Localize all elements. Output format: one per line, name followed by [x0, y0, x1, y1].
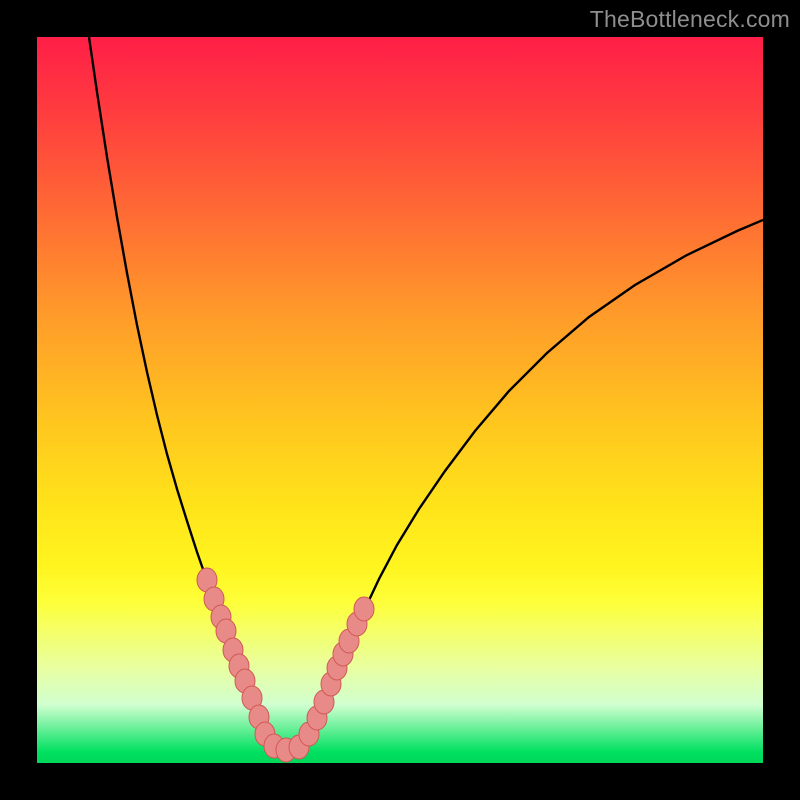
gradient-plot-area	[37, 37, 763, 763]
v-curve-path	[89, 37, 763, 750]
highlight-marker	[354, 597, 374, 621]
marker-group	[197, 568, 374, 762]
chart-stage: TheBottleneck.com	[0, 0, 800, 800]
curve-layer	[37, 37, 763, 763]
watermark-text: TheBottleneck.com	[590, 6, 790, 33]
